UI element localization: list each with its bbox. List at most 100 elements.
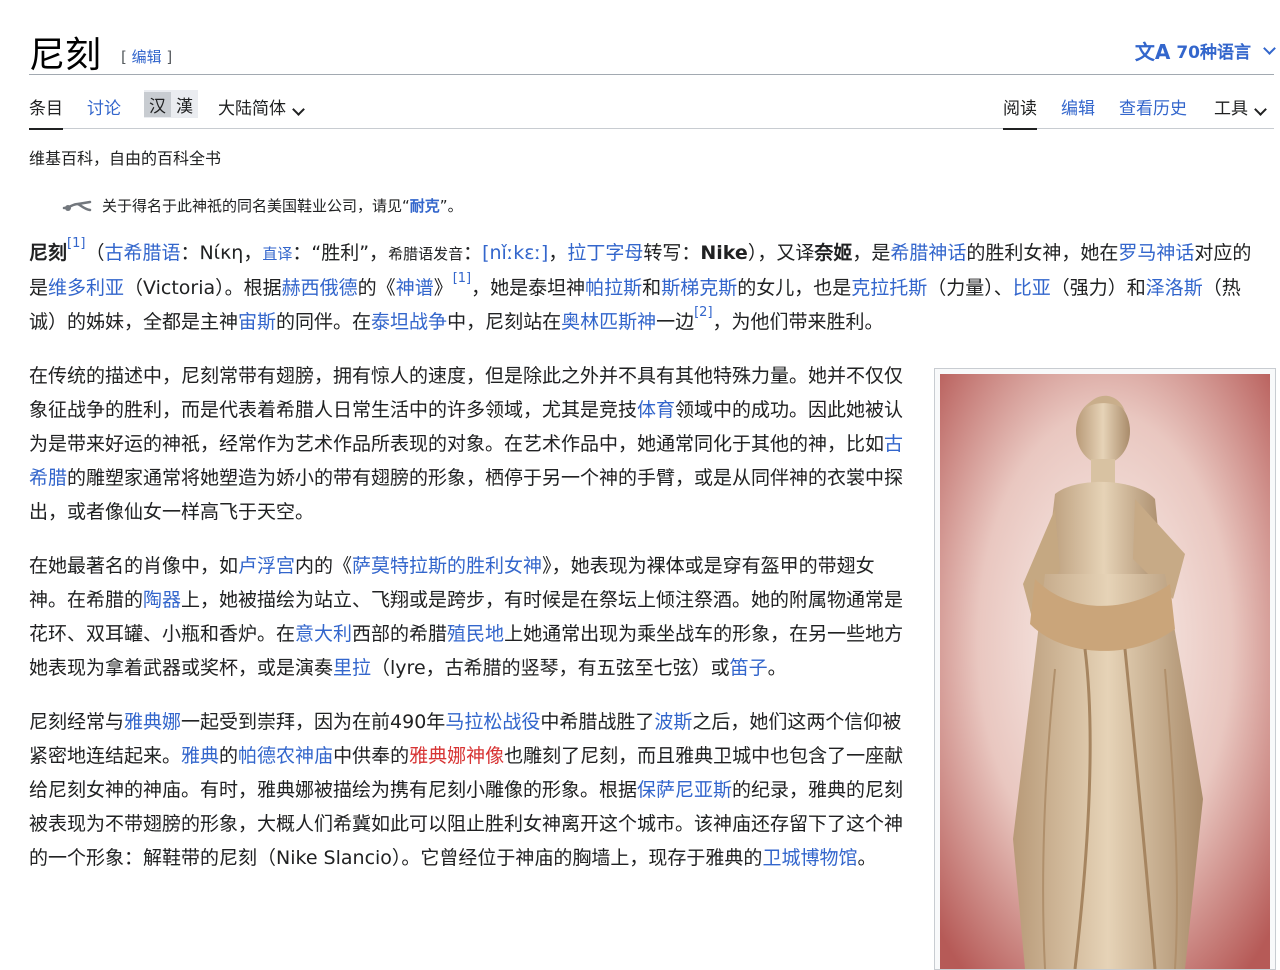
text: ，为他们带来胜利。 [712, 311, 884, 333]
statue-image[interactable] [934, 368, 1276, 970]
variant-traditional[interactable]: 漢 [171, 92, 198, 117]
link[interactable]: 体育 [637, 399, 675, 421]
lead-paragraph: 尼刻[1]（古希腊语：Νίκη，直译：“胜利”，希腊语发音：[nǐːkɛː]，拉… [29, 236, 1265, 339]
link[interactable]: 罗马神话 [1118, 242, 1194, 264]
link[interactable]: 陶器 [143, 589, 181, 611]
text: （Victoria）。根据 [124, 277, 282, 299]
text: 的胜利女神，她在 [966, 242, 1119, 264]
link[interactable]: 帕德农神庙 [238, 745, 333, 767]
redlink[interactable]: 雅典娜神像 [409, 745, 504, 767]
chevron-down-icon [292, 103, 305, 116]
lead-term: 尼刻 [29, 242, 68, 264]
hatnote-link[interactable]: 耐克 [410, 197, 440, 215]
title-edit-link[interactable]: [ 编辑 ] [121, 46, 172, 67]
link[interactable]: 帕拉斯 [585, 277, 642, 299]
link[interactable]: 神谱 [396, 277, 434, 299]
variant-dropdown[interactable]: 大陆简体 [218, 94, 305, 128]
text: ：“胜利”， [292, 242, 389, 264]
tab-read[interactable]: 阅读 [1003, 94, 1037, 130]
link[interactable]: 萨莫特拉斯的胜利女神 [352, 555, 542, 577]
language-button[interactable]: 文A 70种语言 [1134, 36, 1276, 65]
link[interactable]: 意大利 [295, 623, 352, 645]
text: ， [548, 242, 568, 264]
reference-link[interactable]: [2] [694, 305, 712, 320]
link[interactable]: 比亚 [1013, 277, 1051, 299]
text: ，她是泰坦神 [471, 277, 586, 299]
text: （lyre，古希腊的竖琴，有五弦至七弦）或 [371, 657, 730, 679]
tab-history[interactable]: 查看历史 [1119, 94, 1187, 128]
link[interactable]: [nǐːkɛː] [482, 242, 548, 264]
text: 希腊语发音 [388, 245, 464, 263]
paragraph-portraits: 在她最著名的肖像中，如卢浮宫内的《萨莫特拉斯的胜利女神》，她表现为裸体或是穿有盔… [29, 549, 905, 685]
variant-switch: 汉 漢 [144, 90, 198, 118]
link[interactable]: 卢浮宫 [238, 555, 295, 577]
link[interactable]: 古希腊语 [104, 242, 180, 264]
chevron-down-icon [1263, 41, 1276, 55]
text: 中，尼刻站在 [447, 311, 562, 333]
text: （力量）、 [927, 277, 1013, 299]
text: 中希腊战胜了 [540, 711, 655, 733]
reference-link[interactable]: [1] [67, 236, 85, 251]
text: 内的《 [295, 555, 353, 577]
language-count[interactable]: 70种语言 [1176, 38, 1251, 63]
link[interactable]: 宙斯 [238, 311, 276, 333]
link[interactable]: 里拉 [333, 657, 371, 679]
link[interactable]: 赫西俄德 [282, 277, 358, 299]
text: 的《 [357, 277, 396, 299]
tools-label[interactable]: 工具 [1214, 99, 1248, 119]
text: Nike [700, 242, 748, 264]
tab-edit[interactable]: 编辑 [1061, 94, 1095, 128]
text: ），又译 [747, 242, 815, 264]
text: 转写： [643, 242, 701, 264]
disambiguation-icon [62, 200, 92, 211]
text: （ [85, 242, 105, 264]
text: 奈姬 [814, 242, 853, 264]
text: 》 [433, 277, 453, 299]
paragraph-worship: 尼刻经常与雅典娜一起受到崇拜，因为在前490年马拉松战役中希腊战胜了波斯之后，她… [29, 705, 905, 875]
hatnote: 关于得名于此神祇的同名美国鞋业公司，请见“耐克”。 [62, 195, 463, 216]
text: 一起受到崇拜，因为在前490年 [181, 711, 446, 733]
link[interactable]: 泰坦战争 [371, 311, 447, 333]
link[interactable]: 斯梯克斯 [661, 277, 737, 299]
text: 。 [767, 657, 787, 679]
link[interactable]: 保萨尼亚斯 [637, 779, 732, 801]
text: 和 [642, 277, 662, 299]
link[interactable]: 拉丁字母 [567, 242, 643, 264]
text: 在她最著名的肖像中，如 [29, 555, 239, 577]
text: 的同伴。在 [276, 311, 372, 333]
link[interactable]: 直译 [262, 245, 292, 263]
link[interactable]: 奥林匹斯神 [561, 311, 656, 333]
link[interactable]: 雅典娜 [124, 711, 181, 733]
text: 一边 [656, 311, 695, 333]
link[interactable]: 马拉松战役 [445, 711, 540, 733]
link[interactable]: 卫城博物馆 [762, 847, 857, 869]
text: （强力）和 [1050, 277, 1146, 299]
link[interactable]: 笛子 [730, 657, 768, 679]
text: 的女儿，也是 [737, 277, 852, 299]
link[interactable]: 维多利亚 [48, 277, 124, 299]
variant-simplified[interactable]: 汉 [144, 91, 171, 117]
page-title: 尼刻 [29, 35, 102, 76]
paragraph-depictions: 在传统的描述中，尼刻常带有翅膀，拥有惊人的速度，但是除此之外并不具有其他特殊力量… [29, 359, 905, 529]
tab-tools[interactable]: 工具 [1214, 94, 1267, 128]
tab-talk[interactable]: 讨论 [87, 94, 121, 128]
link[interactable]: 雅典 [181, 745, 219, 767]
text: 的 [219, 745, 239, 767]
translate-icon: 文A [1134, 40, 1171, 64]
statue-illustration [940, 374, 1270, 969]
link[interactable]: 殖民地 [447, 623, 504, 645]
chevron-down-icon [1254, 103, 1267, 116]
page-tabs: 条目 讨论 汉 漢 大陆简体 阅读 编辑 查看历史 工具 [29, 90, 1274, 130]
text: 的雕塑家通常将她塑造为娇小的带有翅膀的形象，栖停于另一个神的手臂，或是从同伴神的… [29, 467, 904, 523]
text: 尼刻经常与 [29, 711, 125, 733]
tab-article[interactable]: 条目 [29, 94, 63, 130]
link[interactable]: 波斯 [654, 711, 692, 733]
hatnote-end: ”。 [439, 197, 463, 215]
text: ，是 [852, 242, 891, 264]
variant-dropdown-label[interactable]: 大陆简体 [218, 99, 286, 119]
reference-link[interactable]: [1] [453, 271, 471, 286]
link[interactable]: 泽洛斯 [1146, 277, 1203, 299]
title-edit-label[interactable]: 编辑 [132, 48, 162, 66]
link[interactable]: 希腊神话 [890, 242, 966, 264]
link[interactable]: 克拉托斯 [851, 277, 927, 299]
